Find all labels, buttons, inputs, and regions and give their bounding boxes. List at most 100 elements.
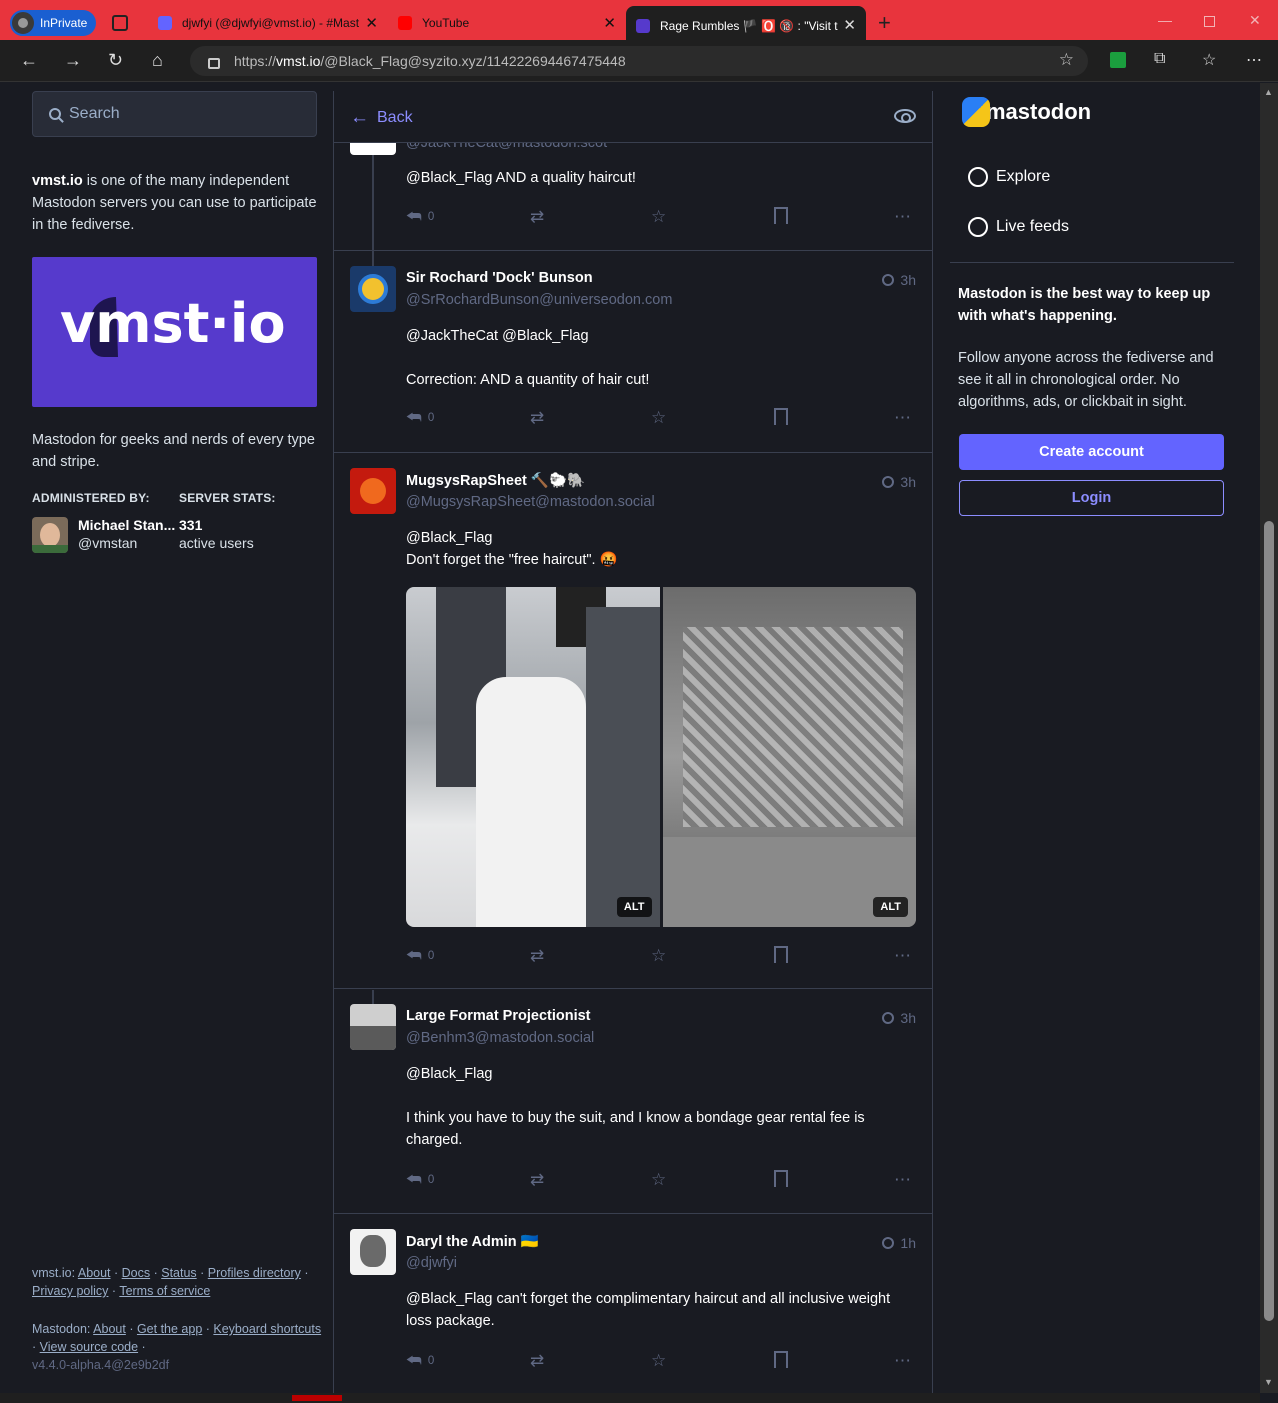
search-input[interactable]: Search bbox=[32, 91, 317, 137]
inprivate-badge[interactable]: InPrivate bbox=[10, 10, 96, 36]
back-button[interactable]: ← Back bbox=[350, 107, 413, 129]
status-item[interactable]: MugsysRapSheet 🔨🐑🐘 @MugsysRapSheet@masto… bbox=[334, 454, 932, 989]
footer-link-terms[interactable]: Terms of service bbox=[119, 1284, 210, 1298]
nav-live-feeds[interactable]: Live feeds bbox=[968, 217, 1069, 237]
footer-link-about[interactable]: About bbox=[78, 1266, 111, 1280]
scrollbar-thumb[interactable] bbox=[1264, 521, 1274, 1321]
nav-explore[interactable]: Explore bbox=[968, 167, 1050, 187]
footer-link-privacy[interactable]: Privacy policy bbox=[32, 1284, 108, 1298]
favorites-icon[interactable]: ☆ bbox=[1202, 50, 1216, 70]
bookmark-icon[interactable] bbox=[774, 946, 788, 963]
status-actions: ⮪ 0 ⇄ ☆ ⋯ bbox=[406, 408, 916, 430]
avatar[interactable] bbox=[350, 266, 396, 312]
close-tab-icon[interactable]: ✕ bbox=[365, 14, 378, 32]
extensions-puzzle-icon[interactable]: ⧉ bbox=[1154, 50, 1165, 68]
footer-link-keyboard[interactable]: Keyboard shortcuts bbox=[213, 1322, 321, 1336]
status-item[interactable]: Large Format Projectionist @Benhm3@masto… bbox=[334, 990, 932, 1214]
login-button[interactable]: Login bbox=[959, 480, 1224, 516]
boost-button[interactable]: ⇄ bbox=[530, 207, 544, 227]
alt-badge[interactable]: ALT bbox=[873, 897, 908, 917]
home-icon[interactable]: ⌂ bbox=[152, 50, 163, 71]
status-time[interactable]: 1h bbox=[882, 1235, 916, 1251]
reply-button[interactable]: ⮪ 0 bbox=[406, 408, 434, 428]
media-image[interactable]: ALT bbox=[406, 587, 660, 927]
status-line: @Black_Flag can't forget the complimenta… bbox=[406, 1291, 891, 1329]
boost-button[interactable]: ⇄ bbox=[530, 1170, 544, 1190]
reply-button[interactable]: ⮪ 0 bbox=[406, 207, 434, 227]
bookmark-icon[interactable] bbox=[774, 1170, 788, 1187]
footer-link-source[interactable]: View source code bbox=[40, 1340, 138, 1354]
page-scrollbar[interactable]: ▲ ▼ bbox=[1260, 83, 1278, 1393]
more-icon[interactable]: ⋯ bbox=[894, 946, 911, 966]
create-account-button[interactable]: Create account bbox=[959, 434, 1224, 470]
boost-button[interactable]: ⇄ bbox=[530, 1351, 544, 1371]
scroll-up-icon[interactable]: ▲ bbox=[1264, 87, 1273, 97]
reply-icon: ⮪ bbox=[406, 408, 422, 427]
admin-name[interactable]: Michael Stan... bbox=[78, 517, 179, 533]
more-menu-icon[interactable]: ⋯ bbox=[1246, 50, 1262, 70]
mastodon-logo[interactable]: mastodon bbox=[962, 97, 1091, 127]
footer-link-mastodon-about[interactable]: About bbox=[93, 1322, 126, 1336]
status-time[interactable]: 3h bbox=[882, 474, 916, 490]
new-tab-icon[interactable]: + bbox=[878, 10, 891, 36]
url-bar[interactable]: https://vmst.io/@Black_Flag@syzito.xyz/1… bbox=[190, 46, 1088, 76]
avatar[interactable] bbox=[350, 1229, 396, 1275]
server-banner: vmst·io bbox=[32, 257, 317, 407]
favourite-button[interactable]: ☆ bbox=[651, 207, 666, 227]
status-item[interactable]: Daryl the Admin 🇺🇦 @djwfyi 1h @Black_Fla… bbox=[334, 1215, 932, 1393]
more-icon[interactable]: ⋯ bbox=[894, 207, 911, 227]
boost-button[interactable]: ⇄ bbox=[530, 946, 544, 966]
status-handle[interactable]: @SrRochardBunson@universeodon.com bbox=[406, 292, 672, 308]
maximize-icon[interactable] bbox=[1204, 16, 1215, 27]
close-window-icon[interactable]: ✕ bbox=[1249, 12, 1261, 29]
reply-button[interactable]: ⮪ 0 bbox=[406, 946, 434, 966]
close-tab-icon[interactable]: ✕ bbox=[843, 16, 856, 34]
scroll-down-icon[interactable]: ▼ bbox=[1264, 1377, 1273, 1387]
extension-check-icon[interactable] bbox=[1110, 52, 1126, 68]
avatar[interactable] bbox=[350, 468, 396, 514]
favourite-button[interactable]: ☆ bbox=[651, 1351, 666, 1371]
status-item[interactable]: Sir Rochard 'Dock' Bunson @SrRochardBuns… bbox=[334, 252, 932, 453]
eye-icon[interactable] bbox=[894, 109, 916, 123]
more-icon[interactable]: ⋯ bbox=[894, 1351, 911, 1371]
close-tab-icon[interactable]: ✕ bbox=[603, 14, 616, 32]
status-display-name[interactable]: Daryl the Admin 🇺🇦 bbox=[406, 1233, 539, 1250]
media-image[interactable]: ALT bbox=[662, 587, 916, 927]
bookmark-icon[interactable] bbox=[774, 1351, 788, 1368]
status-time[interactable]: 3h bbox=[882, 1010, 916, 1026]
footer-link-docs[interactable]: Docs bbox=[122, 1266, 150, 1280]
status-display-name[interactable]: Sir Rochard 'Dock' Bunson bbox=[406, 270, 593, 286]
status-time[interactable]: 3h bbox=[882, 272, 916, 288]
forward-arrow-icon[interactable]: → bbox=[64, 50, 82, 71]
status-handle[interactable]: @MugsysRapSheet@mastodon.social bbox=[406, 494, 655, 510]
favorite-star-icon[interactable]: ☆ bbox=[1059, 50, 1074, 70]
back-arrow-icon[interactable]: ← bbox=[20, 50, 38, 71]
status-display-name[interactable]: MugsysRapSheet 🔨🐑🐘 bbox=[406, 472, 585, 489]
reply-button[interactable]: ⮪ 0 bbox=[406, 1170, 434, 1190]
status-handle[interactable]: @Benhm3@mastodon.social bbox=[406, 1030, 594, 1046]
bookmark-icon[interactable] bbox=[774, 408, 788, 425]
status-display-name[interactable]: Large Format Projectionist bbox=[406, 1008, 591, 1024]
alt-badge[interactable]: ALT bbox=[616, 897, 652, 917]
browser-tab-youtube[interactable]: YouTube ✕ bbox=[388, 6, 626, 40]
footer-link-get-app[interactable]: Get the app bbox=[137, 1322, 202, 1336]
tab-actions-icon[interactable] bbox=[112, 15, 128, 31]
more-icon[interactable]: ⋯ bbox=[894, 408, 911, 428]
footer-link-profiles[interactable]: Profiles directory bbox=[208, 1266, 301, 1280]
refresh-icon[interactable]: ↻ bbox=[108, 50, 123, 71]
status-text: @Black_Flag AND a quality haircut! bbox=[406, 170, 636, 186]
bottom-bar bbox=[0, 1393, 1260, 1403]
avatar[interactable] bbox=[350, 1004, 396, 1050]
favourite-button[interactable]: ☆ bbox=[651, 946, 666, 966]
boost-button[interactable]: ⇄ bbox=[530, 408, 544, 428]
reply-button[interactable]: ⮪ 0 bbox=[406, 1351, 434, 1371]
favourite-button[interactable]: ☆ bbox=[651, 408, 666, 428]
status-handle[interactable]: @djwfyi bbox=[406, 1255, 457, 1271]
footer-link-status[interactable]: Status bbox=[161, 1266, 196, 1280]
admin-avatar[interactable] bbox=[32, 517, 68, 553]
browser-tab-mastodon[interactable]: djwfyi (@djwfyi@vmst.io) - #Mast ✕ bbox=[148, 6, 388, 40]
bookmark-icon[interactable] bbox=[774, 207, 788, 224]
favourite-button[interactable]: ☆ bbox=[651, 1170, 666, 1190]
more-icon[interactable]: ⋯ bbox=[894, 1170, 911, 1190]
minimize-icon[interactable]: — bbox=[1158, 12, 1172, 28]
